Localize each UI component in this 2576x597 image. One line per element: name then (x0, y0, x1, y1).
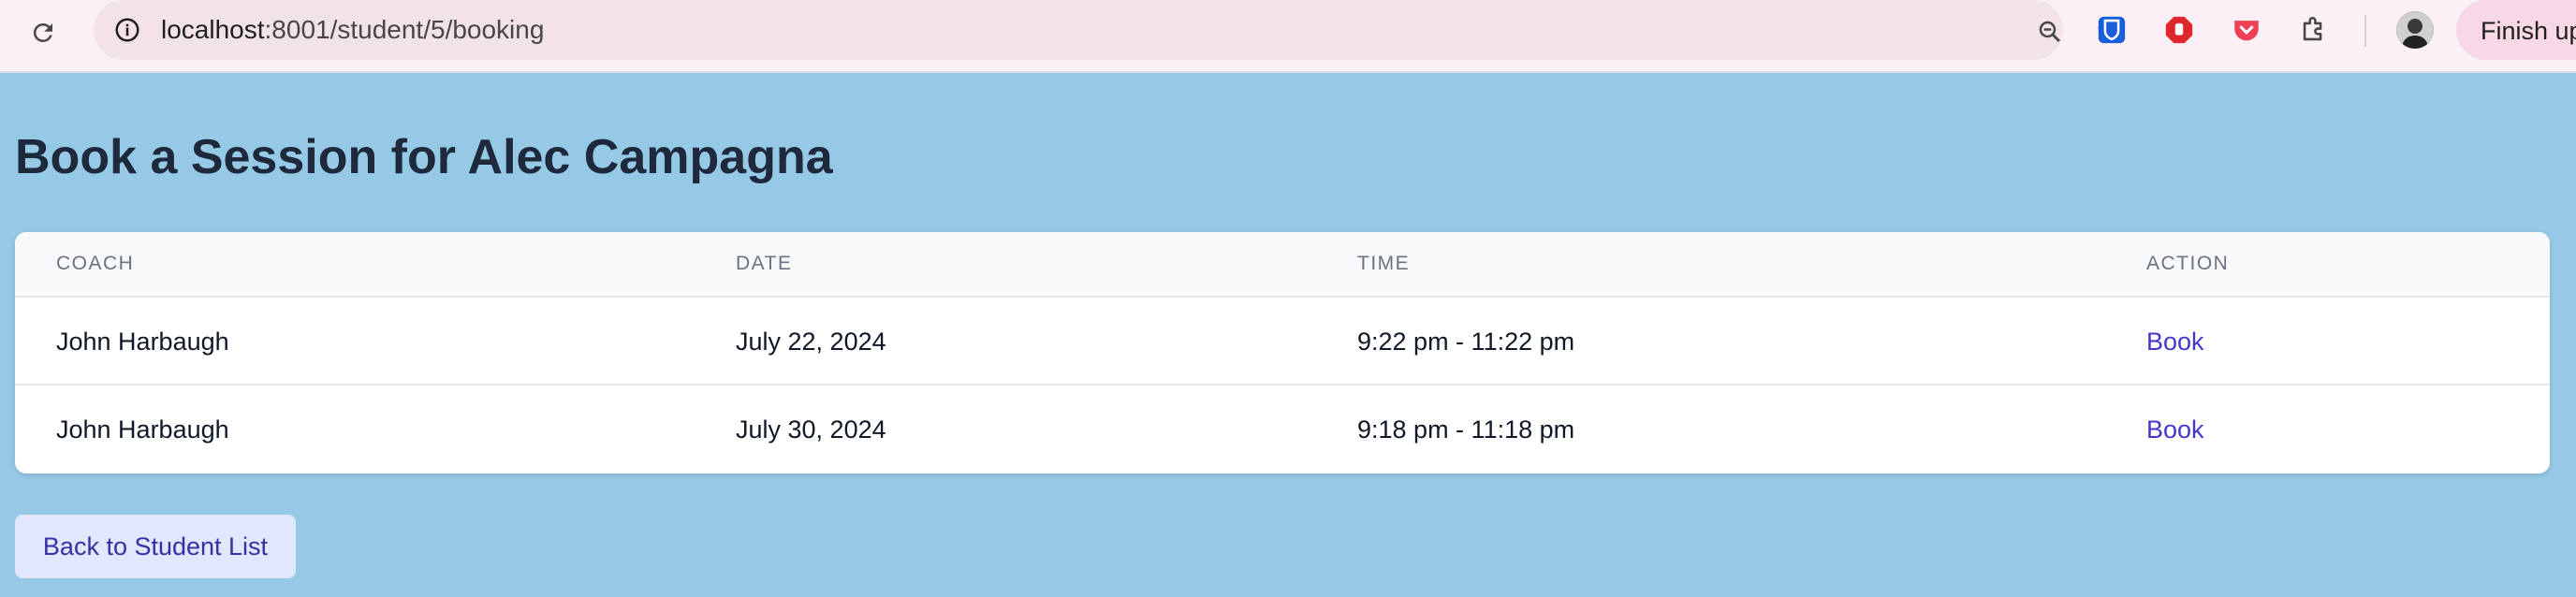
bitwarden-extension-icon[interactable] (2093, 11, 2130, 49)
column-header-coach: COACH (56, 253, 135, 274)
coach-name: John Harbaugh (56, 415, 229, 444)
site-info-icon[interactable] (109, 11, 146, 49)
address-bar[interactable]: localhost:8001/student/5/booking (94, 0, 2122, 60)
table-header: COACH DATE TIME ACTION (15, 232, 2550, 298)
zoom-icon[interactable] (2031, 13, 2069, 51)
column-header-date: DATE (736, 253, 793, 274)
reload-icon[interactable] (24, 14, 62, 51)
session-time: 9:18 pm - 11:18 pm (1357, 415, 1575, 444)
session-date: July 22, 2024 (736, 328, 886, 356)
page-title: Book a Session for Alec Campagna (15, 130, 833, 184)
extensions-puzzle-icon[interactable] (2295, 11, 2333, 49)
url-host: localhost (161, 15, 265, 44)
table-row: John Harbaugh July 22, 2024 9:22 pm - 11… (15, 298, 2550, 386)
finish-update-button[interactable]: Finish up (2456, 0, 2576, 60)
adblock-extension-icon[interactable] (2160, 11, 2198, 49)
back-to-student-list-button[interactable]: Back to Student List (15, 515, 296, 578)
toolbar-divider (2364, 15, 2366, 47)
browser-toolbar: localhost:8001/student/5/booking Finish … (0, 0, 2576, 73)
coach-name: John Harbaugh (56, 328, 229, 356)
session-time: 9:22 pm - 11:22 pm (1357, 328, 1575, 356)
session-date: July 30, 2024 (736, 415, 886, 444)
book-link[interactable]: Book (2146, 328, 2204, 357)
pocket-extension-icon[interactable] (2228, 11, 2265, 49)
booking-table: COACH DATE TIME ACTION John Harbaugh Jul… (15, 232, 2550, 473)
profile-avatar[interactable] (2396, 11, 2434, 49)
table-row: John Harbaugh July 30, 2024 9:18 pm - 11… (15, 386, 2550, 473)
column-header-action: ACTION (2146, 253, 2230, 274)
url-text[interactable]: localhost:8001/student/5/booking (161, 15, 544, 45)
url-path: :8001/student/5/booking (264, 15, 545, 44)
book-link[interactable]: Book (2146, 415, 2204, 444)
column-header-time: TIME (1357, 253, 1411, 274)
